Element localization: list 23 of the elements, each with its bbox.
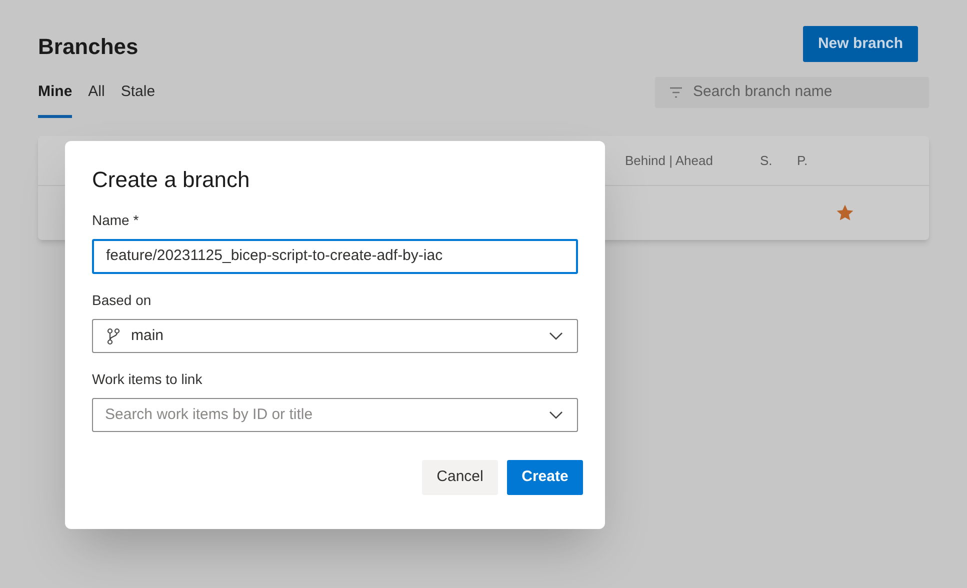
filter-icon [669,87,683,98]
tab[interactable]: All [88,80,105,118]
field-label: Name * [92,211,140,230]
page-title: Branches [38,33,138,61]
star-icon[interactable] [837,205,853,221]
name-input[interactable]: feature/20231125_bicep-script-to-create-adf-by-iac [92,239,578,274]
dialog-title: Create a branch [92,166,251,194]
column-header: S. [760,152,774,170]
work-items-dropdown[interactable]: Search work items by ID or title [92,398,578,432]
branch-icon [107,328,120,344]
search-placeholder: Search branch name [693,82,832,102]
chevron-down-icon [549,411,563,419]
field-label: Work items to link [92,370,204,389]
create-button[interactable]: Create [507,460,583,495]
tab[interactable]: Mine [38,80,72,118]
new-branch-button[interactable]: New branch [802,26,918,62]
cancel-button[interactable]: Cancel [422,460,498,495]
column-header: Behind | Ahead [625,152,714,170]
field-label: Based on [92,291,152,310]
branch-dropdown[interactable]: main [92,319,578,353]
column-header: P. [797,152,809,170]
chevron-down-icon [549,332,563,340]
tab[interactable]: Stale [120,80,156,118]
